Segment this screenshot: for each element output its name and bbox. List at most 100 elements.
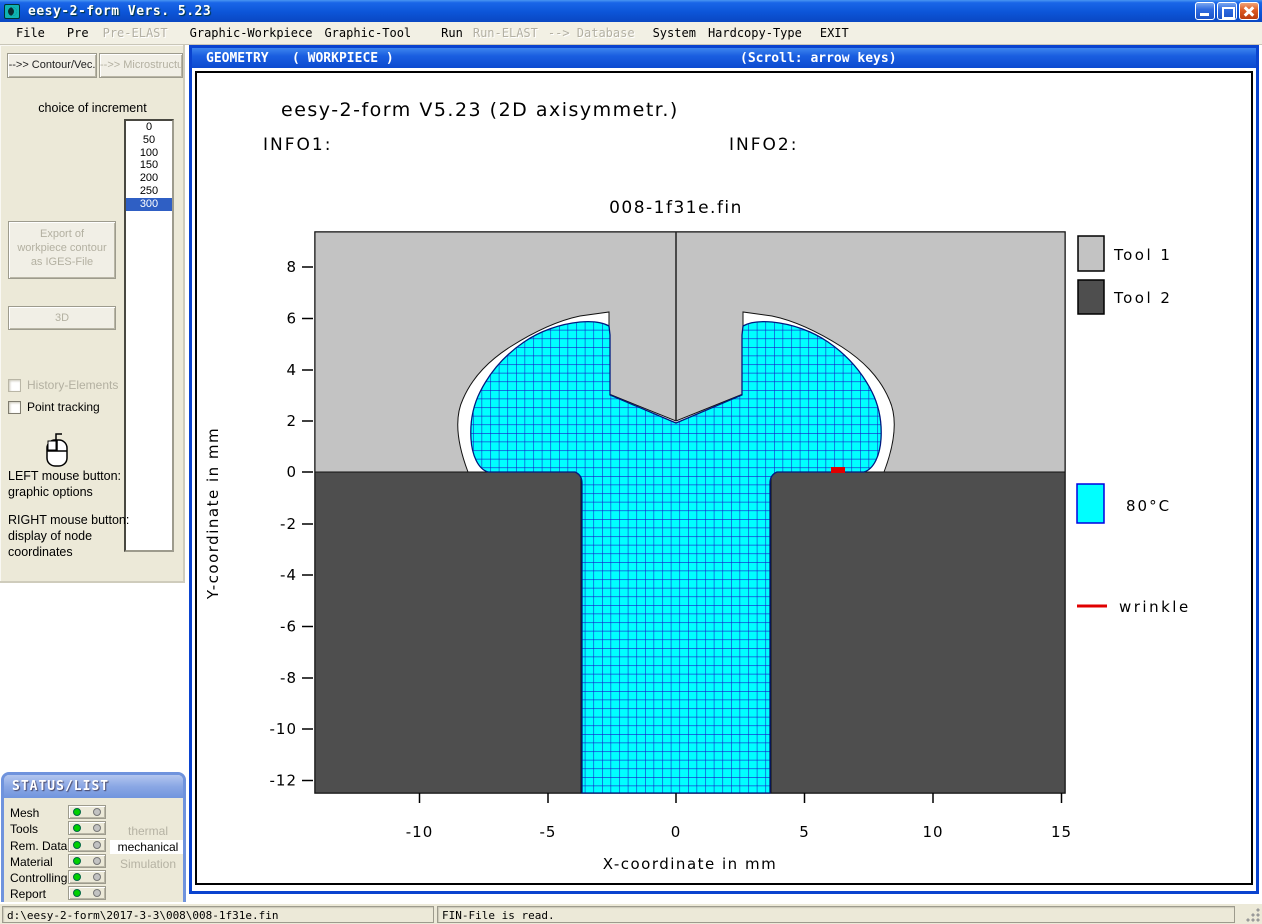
x-axis-labels: -10 -5 0 5 10 15 [406,823,1072,841]
increment-option[interactable]: 0 [126,121,172,134]
menu-bar: File Pre Pre-ELAST Graphic-Workpiece Gra… [0,22,1262,45]
green-led-icon [73,808,81,816]
geometry-plot[interactable]: eesy-2-form V5.23 (2D axisymmetr.) INFO1… [197,73,1251,883]
mouse-left-help: LEFT mouse button: graphic options [8,468,138,500]
minimize-button[interactable] [1195,2,1215,20]
gray-led-icon [93,841,101,849]
status-row-tools: Tools [10,822,70,837]
svg-text:-10: -10 [406,823,434,841]
svg-text:-2: -2 [280,515,297,533]
green-led-icon [73,841,81,849]
mode-thermal[interactable]: thermal [110,824,186,838]
resize-grip-icon[interactable] [1245,907,1261,923]
menu-item-pre-elast: Pre-ELAST [103,26,168,40]
mouse-icon [42,430,76,470]
gray-led-icon [93,873,101,881]
increment-option[interactable]: 200 [126,172,172,185]
svg-text:-10: -10 [270,720,298,738]
svg-text:-5: -5 [540,823,557,841]
window-title: eesy-2-form Vers. 5.23 [28,4,211,19]
mouse-right-help: RIGHT mouse button: display of node coor… [8,512,138,560]
svg-text:6: 6 [286,310,297,328]
menu-item-file[interactable]: File [16,26,45,40]
increment-option[interactable]: 50 [126,134,172,147]
green-led-icon [73,889,81,897]
y-axis-labels: 8 6 4 2 0 -2 -4 -6 -8 -10 -12 [270,258,298,790]
legend-tool2-swatch [1078,280,1104,314]
led-button-mesh[interactable] [68,805,106,819]
wrinkle-marker [831,467,845,473]
led-button-rem-data[interactable] [68,838,106,852]
statusbar-message: FIN-File is read. [437,906,1235,923]
status-bar: d:\eesy-2-form\2017-3-3\008\008-1f31e.fi… [0,903,1262,924]
increment-option[interactable]: 150 [126,159,172,172]
gray-led-icon [93,889,101,897]
svg-text:-6: -6 [280,618,297,636]
history-elements-checkbox: History-Elements [8,378,118,392]
caption-geometry: GEOMETRY [206,51,269,66]
mode-simulation[interactable]: Simulation [110,857,186,871]
export-iges-button: Export of workpiece contour as IGES-File [8,221,116,279]
legend-tool1-swatch [1078,236,1104,271]
led-button-material[interactable] [68,854,106,868]
increment-option[interactable]: 100 [126,147,172,160]
status-list-panel: STATUS/LIST Mesh Tools Rem. Data Materia… [1,772,186,902]
threed-button: 3D [8,306,116,330]
mode-mechanical[interactable]: mechanical [110,840,186,854]
point-tracking-checkbox[interactable]: Point tracking [8,400,100,414]
menu-item-graphic-tool[interactable]: Graphic-Tool [324,26,411,40]
svg-text:0: 0 [671,823,682,841]
x-axis-ticks [420,793,1062,803]
tool2-region-left [315,472,581,793]
close-button[interactable] [1239,2,1259,20]
tool2-region-right [771,472,1065,793]
svg-text:-12: -12 [270,772,298,790]
svg-text:10: 10 [922,823,943,841]
menu-item-run-elast: Run-ELAST [473,26,538,40]
menu-item-hardcopy-type[interactable]: Hardcopy-Type [708,26,802,40]
green-led-icon [73,857,81,865]
svg-text:-8: -8 [280,669,297,687]
contour-vec-button[interactable]: -->> Contour/Vec. [7,53,97,78]
increment-option-selected[interactable]: 300 [126,198,172,211]
led-button-report[interactable] [68,886,106,900]
gray-led-icon [93,824,101,832]
checkbox-box [8,379,21,392]
title-bar: eesy-2-form Vers. 5.23 [0,0,1262,22]
maximize-button[interactable] [1217,2,1237,20]
plot-filename: 008-1f31e.fin [609,198,743,218]
increment-option[interactable]: 250 [126,185,172,198]
green-led-icon [73,824,81,832]
x-axis-title: X-coordinate in mm [603,855,777,873]
led-button-controlling[interactable] [68,870,106,884]
plot-canvas[interactable]: eesy-2-form V5.23 (2D axisymmetr.) INFO1… [195,71,1253,885]
caption-workpiece: ( WORKPIECE ) [292,51,394,66]
statusbar-file-path: d:\eesy-2-form\2017-3-3\008\008-1f31e.fi… [2,906,434,923]
menu-item-pre[interactable]: Pre [67,26,89,40]
legend-tool2-label: Tool 2 [1113,289,1172,307]
menu-item-system[interactable]: System [653,26,696,40]
green-led-icon [73,873,81,881]
status-row-controlling: Controlling [10,871,70,886]
menu-item-graphic-workpiece[interactable]: Graphic-Workpiece [190,26,313,40]
menu-item-exit[interactable]: EXIT [820,26,849,40]
led-button-tools[interactable] [68,821,106,835]
svg-text:8: 8 [286,258,297,276]
status-list-title: STATUS/LIST [4,775,183,798]
status-row-material: Material [10,855,70,870]
svg-text:-4: -4 [280,566,297,584]
checkbox-box[interactable] [8,401,21,414]
menu-item-database: --> Database [548,26,635,40]
info1-label: INFO1: [263,135,332,155]
legend-tool1-label: Tool 1 [1113,246,1172,264]
info2-label: INFO2: [729,135,798,155]
svg-text:4: 4 [286,361,297,379]
gray-led-icon [93,808,101,816]
app-icon [4,4,20,19]
y-axis-title: Y-coordinate in mm [204,427,222,600]
gray-led-icon [93,857,101,865]
svg-text:0: 0 [286,463,297,481]
menu-item-run[interactable]: Run [441,26,463,40]
graphics-window: GEOMETRY ( WORKPIECE ) (Scroll: arrow ke… [189,45,1259,894]
legend-temperature-label: 80°C [1126,497,1171,515]
